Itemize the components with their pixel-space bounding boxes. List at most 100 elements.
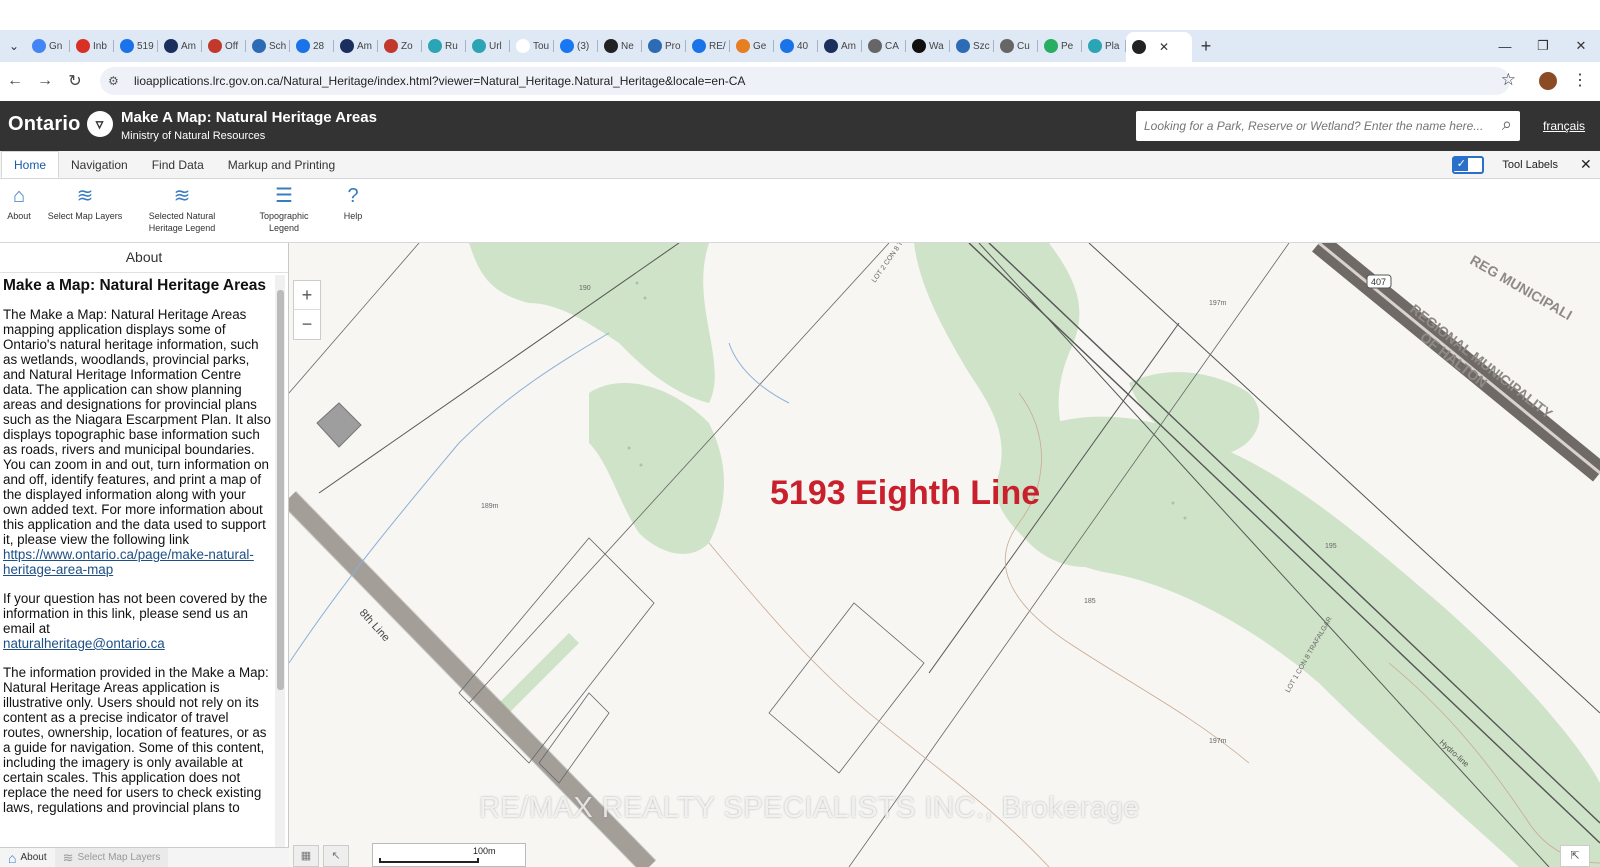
panel-scroll-thumb[interactable] <box>277 290 284 690</box>
tab-find-data[interactable]: Find Data <box>140 151 216 178</box>
pointer-icon[interactable]: ↖ <box>323 845 349 867</box>
elevation-label: 197m <box>1209 300 1227 307</box>
browser-tab[interactable]: Cu <box>994 30 1038 62</box>
browser-tab-label: 519 <box>137 40 154 52</box>
browser-tab[interactable]: 28 <box>290 30 334 62</box>
bookmark-star-icon[interactable]: ☆ <box>1501 70 1516 90</box>
browser-tab-label: Am <box>357 40 372 52</box>
tool-labels-toggle[interactable] <box>1452 156 1485 174</box>
zoom-out-button[interactable]: − <box>294 310 320 339</box>
ontario-logo[interactable]: Ontario ▿ <box>8 111 113 137</box>
info-page-link[interactable]: https://www.ontario.ca/page/make-natural… <box>3 547 254 577</box>
select-map-layers-button[interactable]: ≋ Select Map Layers <box>45 185 125 222</box>
home-icon: ⌂ <box>8 849 17 866</box>
browser-tab[interactable]: 519 <box>114 30 158 62</box>
gmail-icon <box>76 39 90 53</box>
minimize-icon[interactable]: — <box>1486 39 1524 54</box>
overview-map-icon[interactable]: ▦ <box>293 845 319 867</box>
search-box: ⌕ <box>1136 111 1520 141</box>
browser-tab-label: Inb <box>93 40 107 52</box>
profile-avatar[interactable] <box>1539 72 1557 90</box>
browser-tab[interactable]: Pro <box>642 30 686 62</box>
browser-tab[interactable]: Sch <box>246 30 290 62</box>
browser-tab[interactable]: Ge <box>730 30 774 62</box>
browser-tab[interactable]: Am <box>818 30 862 62</box>
compass-icon <box>296 39 310 53</box>
browser-tab-label: CA <box>885 40 899 52</box>
browser-tab[interactable]: Szc <box>950 30 994 62</box>
tab-close-icon[interactable]: ✕ <box>1159 40 1169 54</box>
tab-search-chevron-icon[interactable]: ⌄ <box>2 34 26 58</box>
browser-tab[interactable]: 40 <box>774 30 818 62</box>
browser-tab[interactable]: Am <box>158 30 202 62</box>
site-info-icon[interactable]: ⚙ <box>108 74 122 88</box>
browser-menu-icon[interactable]: ⋮ <box>1572 70 1588 90</box>
browser-tab[interactable]: Pe <box>1038 30 1082 62</box>
browser-tab[interactable]: Zo <box>378 30 422 62</box>
url-field[interactable]: ⚙ lioapplications.lrc.gov.on.ca/Natural_… <box>100 67 1510 95</box>
heritage-legend-label-2: Heritage Legend <box>148 223 216 233</box>
ribbon-close-icon[interactable]: ✕ <box>1580 156 1592 173</box>
globe-icon <box>1088 39 1102 53</box>
panel-paragraph-contact: If your question has not been covered by… <box>3 591 271 651</box>
google-icon <box>32 39 46 53</box>
restore-icon[interactable]: ❐ <box>1524 38 1562 54</box>
browser-tab[interactable]: Gn <box>26 30 70 62</box>
zoom-in-button[interactable]: + <box>294 281 320 310</box>
ontario-wordmark: Ontario <box>8 112 81 135</box>
app-header: Ontario ▿ Make A Map: Natural Heritage A… <box>0 101 1600 151</box>
browser-tab-label: Ge <box>753 40 767 52</box>
browser-tab[interactable]: Inb <box>70 30 114 62</box>
tab-navigation[interactable]: Navigation <box>59 151 140 178</box>
browser-tab-label: Wa <box>929 40 944 52</box>
new-tab-button[interactable]: + <box>1192 36 1220 57</box>
browser-tab[interactable]: (3) <box>554 30 598 62</box>
help-button[interactable]: ? Help <box>338 185 368 222</box>
search-icon[interactable]: ⌕ <box>1502 114 1512 135</box>
home-toolbar: ⌂ About ≋ Select Map Layers ≋ Selected N… <box>0 179 1600 243</box>
language-link[interactable]: français <box>1543 119 1585 133</box>
browser-tab-label: Am <box>181 40 196 52</box>
topographic-legend-button[interactable]: ☰ Topographic Legend <box>252 185 316 234</box>
gear-icon <box>868 39 882 53</box>
about-button-label: About <box>7 211 31 221</box>
browser-tab[interactable]: CA <box>862 30 906 62</box>
browser-tab[interactable]: Ru <box>422 30 466 62</box>
about-button[interactable]: ⌂ About <box>5 185 33 222</box>
brokerage-watermark: RE/MAX REALTY SPECIALISTS INC., Brokerag… <box>479 792 1140 824</box>
browser-tab-label: Pla <box>1105 40 1120 52</box>
heritage-legend-button[interactable]: ≋ Selected Natural Heritage Legend <box>140 185 224 234</box>
browser-tab-active[interactable]: ✕ <box>1126 32 1192 62</box>
browser-tab-label: Am <box>841 40 856 52</box>
browser-tab[interactable]: Pla <box>1082 30 1126 62</box>
place-search-input[interactable] <box>1136 112 1486 140</box>
email-link[interactable]: naturalheritage@ontario.ca <box>3 636 165 651</box>
browser-tab[interactable]: Ne <box>598 30 642 62</box>
reload-icon[interactable]: ↻ <box>60 71 90 91</box>
browser-tab[interactable]: Tou <box>510 30 554 62</box>
scale-label: 100m <box>473 846 496 856</box>
municipality-label: REGIONAL MUNICIPALITY <box>1407 301 1556 422</box>
lot-parcel <box>768 602 925 774</box>
tool-labels-text: Tool Labels <box>1502 159 1558 171</box>
expand-map-icon[interactable]: ⇱ <box>1560 845 1590 867</box>
browser-tab[interactable]: Wa <box>906 30 950 62</box>
blank-icon <box>516 39 530 53</box>
browser-tab[interactable]: Am <box>334 30 378 62</box>
back-arrow-icon[interactable]: ← <box>0 72 30 90</box>
tab-markup-printing[interactable]: Markup and Printing <box>216 151 347 178</box>
browser-tab[interactable]: RE/ <box>686 30 730 62</box>
dock-select-layers-button[interactable]: ≋ Select Map Layers <box>54 847 169 867</box>
map-canvas[interactable]: 8th Line REGIONAL MUNICIPALITY OF HALTON… <box>289 243 1600 867</box>
legend-list-icon: ☰ <box>275 185 293 207</box>
wetland-marker <box>1183 516 1187 520</box>
wetland-marker <box>643 296 647 300</box>
dock-about-button[interactable]: ⌂ About <box>0 848 55 867</box>
forward-arrow-icon[interactable]: → <box>30 72 60 90</box>
window-controls: — ❐ ✕ <box>1486 30 1600 62</box>
tab-home[interactable]: Home <box>1 151 60 178</box>
browser-tab[interactable]: Url <box>466 30 510 62</box>
browser-tab[interactable]: Off <box>202 30 246 62</box>
layers-icon: ≋ <box>62 849 74 865</box>
window-close-icon[interactable]: ✕ <box>1562 38 1600 54</box>
